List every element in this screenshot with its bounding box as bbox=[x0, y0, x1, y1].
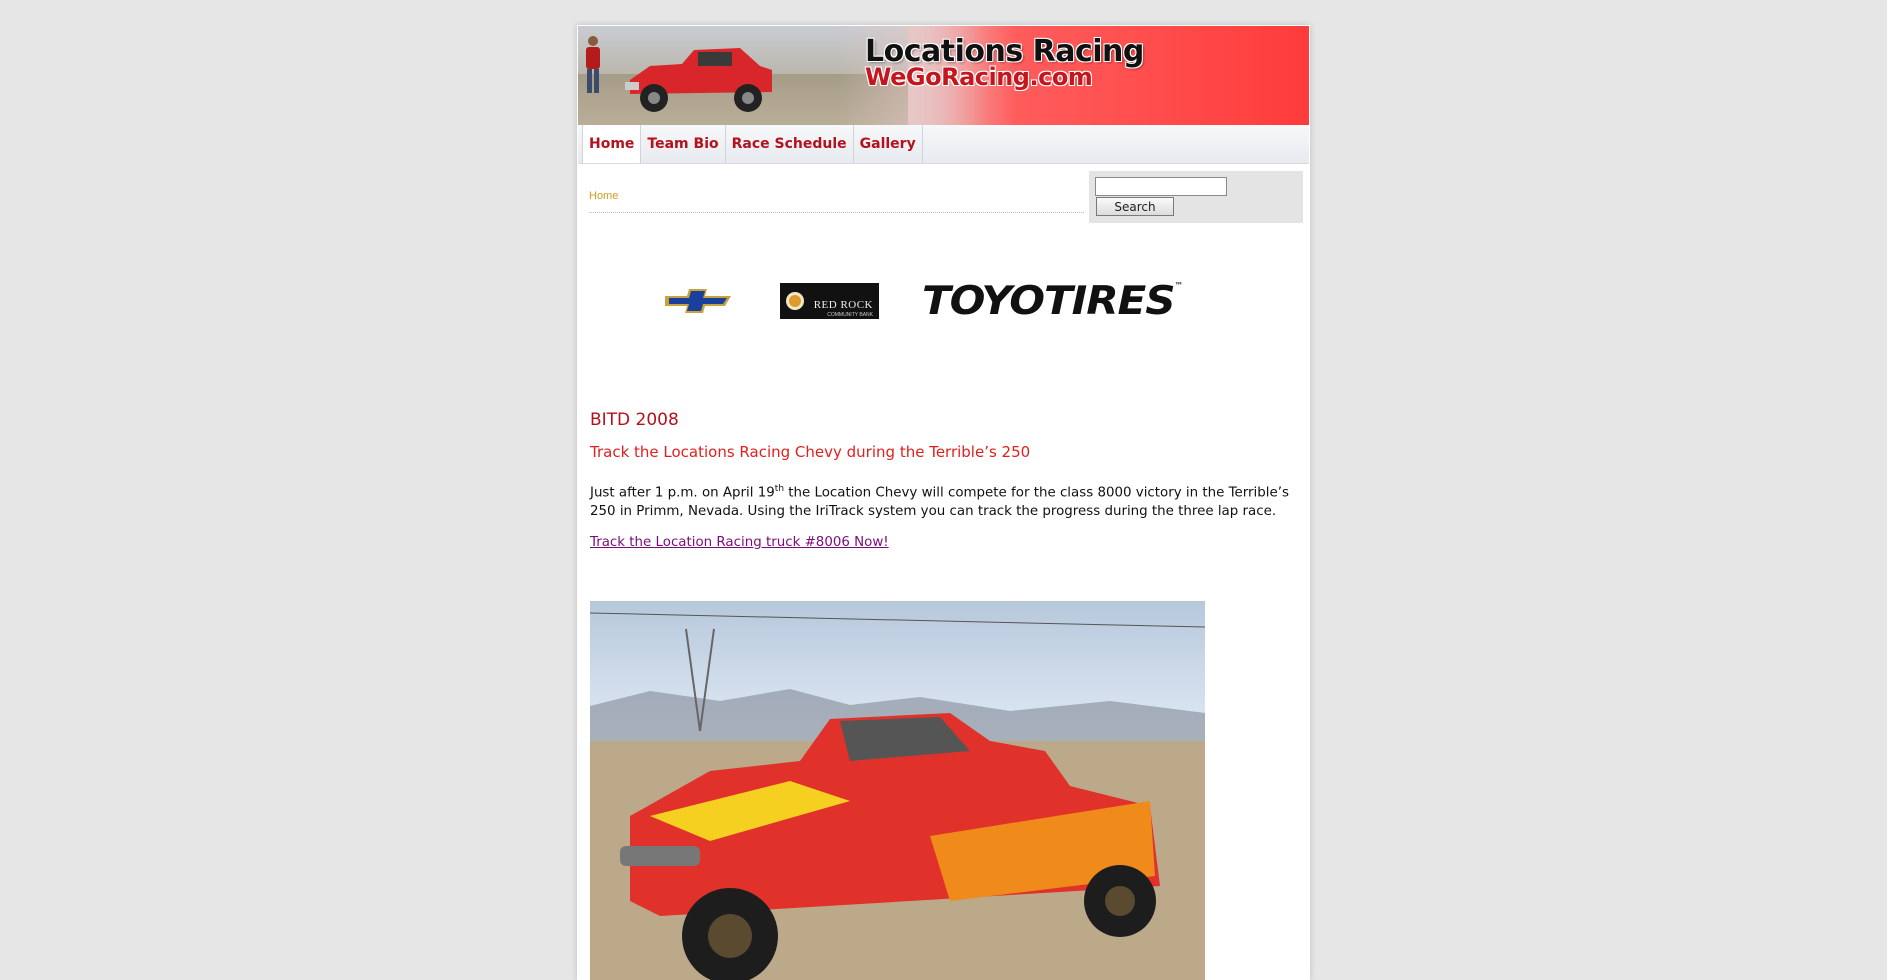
nav-item-gallery[interactable]: Gallery bbox=[854, 125, 923, 163]
track-truck-link[interactable]: Track the Location Racing truck #8006 No… bbox=[590, 535, 889, 550]
article-subheading: Track the Locations Racing Chevy during … bbox=[590, 443, 1031, 461]
race-truck-image bbox=[625, 48, 772, 112]
sun-icon bbox=[786, 292, 804, 310]
chevrolet-logo bbox=[665, 289, 731, 313]
search-button[interactable]: Search bbox=[1096, 197, 1174, 216]
site-subtitle: WeGoRacing.com bbox=[865, 63, 1093, 91]
nav-item-home[interactable]: Home bbox=[582, 125, 642, 163]
driver-figure bbox=[586, 36, 600, 93]
breadcrumb[interactable]: Home bbox=[589, 190, 1084, 213]
nav-item-team-bio[interactable]: Team Bio bbox=[641, 125, 726, 163]
article-heading: BITD 2008 bbox=[590, 410, 679, 430]
page-container: Locations Racing WeGoRacing.com Home Tea… bbox=[577, 25, 1310, 980]
nav-item-race-schedule[interactable]: Race Schedule bbox=[726, 125, 854, 163]
toyo-tires-logo: TOYOTIRES™ bbox=[922, 279, 1183, 324]
search-box: Search bbox=[1089, 171, 1303, 223]
article-body: Just after 1 p.m. on April 19th the Loca… bbox=[590, 484, 1289, 520]
red-rock-bank-logo: RED ROCK COMMUNITY BANK bbox=[780, 283, 879, 319]
main-nav: Home Team Bio Race Schedule Gallery bbox=[578, 125, 1309, 164]
header-banner: Locations Racing WeGoRacing.com bbox=[578, 26, 1309, 125]
search-input[interactable] bbox=[1095, 177, 1227, 196]
race-truck-photo bbox=[590, 601, 1205, 980]
